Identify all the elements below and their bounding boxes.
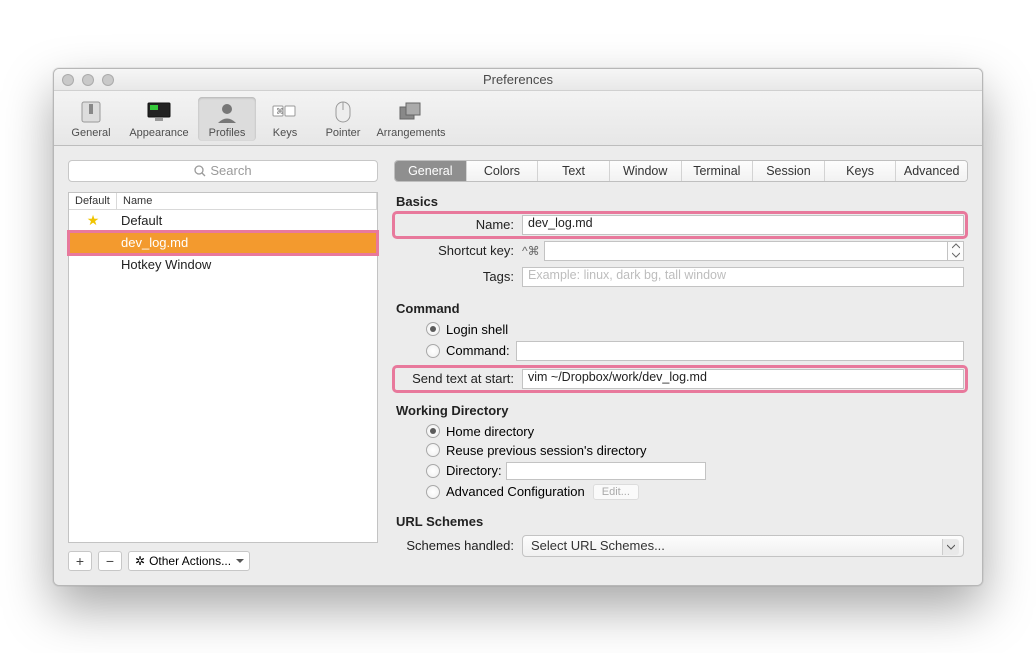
profile-tabs: General Colors Text Window Terminal Sess… <box>394 160 968 182</box>
tab-general[interactable]: General <box>395 161 467 181</box>
home-dir-label: Home directory <box>446 424 534 439</box>
login-shell-label: Login shell <box>446 322 508 337</box>
command-input[interactable] <box>516 341 964 361</box>
keys-icon: ⌘ <box>270 99 300 125</box>
workdir-heading: Working Directory <box>396 403 964 418</box>
schemes-select[interactable]: Select URL Schemes... <box>522 535 964 557</box>
command-heading: Command <box>396 301 964 316</box>
reuse-dir-label: Reuse previous session's directory <box>446 443 646 458</box>
mouse-icon <box>328 99 358 125</box>
tool-general[interactable]: General <box>62 97 120 141</box>
directory-input[interactable] <box>506 462 706 480</box>
list-item[interactable]: Hotkey Window <box>69 254 377 276</box>
tool-keys[interactable]: ⌘ Keys <box>256 97 314 141</box>
tool-pointer[interactable]: Pointer <box>314 97 372 141</box>
search-icon <box>194 165 206 177</box>
window-title: Preferences <box>54 72 982 87</box>
shortcut-modifiers: ^⌘ <box>522 244 540 258</box>
shortcut-input[interactable] <box>544 241 948 261</box>
name-row: Name: dev_log.md <box>396 215 964 235</box>
edit-button[interactable]: Edit... <box>593 484 639 500</box>
close-icon[interactable] <box>62 74 74 86</box>
command-label: Command: <box>446 343 510 358</box>
other-actions-menu[interactable]: ✲ Other Actions... <box>128 551 250 571</box>
remove-profile-button[interactable]: − <box>98 551 122 571</box>
send-text-label: Send text at start: <box>396 371 522 386</box>
star-icon: ★ <box>87 212 100 229</box>
column-default[interactable]: Default <box>69 193 117 209</box>
tool-appearance[interactable]: Appearance <box>120 97 198 141</box>
zoom-icon[interactable] <box>102 74 114 86</box>
tab-text[interactable]: Text <box>538 161 610 181</box>
tab-colors[interactable]: Colors <box>467 161 539 181</box>
login-shell-radio[interactable] <box>426 322 440 336</box>
preferences-window: Preferences General Appearance Profiles … <box>53 68 983 586</box>
tool-profiles[interactable]: Profiles <box>198 97 256 141</box>
profile-list: Default Name ★ Default dev_log.md <box>68 192 378 543</box>
name-label: Name: <box>396 217 522 232</box>
tab-terminal[interactable]: Terminal <box>682 161 754 181</box>
send-text-input[interactable]: vim ~/Dropbox/work/dev_log.md <box>522 369 964 389</box>
add-profile-button[interactable]: + <box>68 551 92 571</box>
chevron-down-icon <box>947 544 955 550</box>
profile-icon <box>212 99 242 125</box>
titlebar: Preferences <box>54 69 982 91</box>
basics-heading: Basics <box>396 194 964 209</box>
gear-icon: ✲ <box>135 554 145 568</box>
toolbar: General Appearance Profiles ⌘ Keys Point… <box>54 91 982 146</box>
chevron-up-icon <box>948 242 963 251</box>
list-item[interactable]: dev_log.md <box>69 232 377 254</box>
tab-keys[interactable]: Keys <box>825 161 897 181</box>
tab-window[interactable]: Window <box>610 161 682 181</box>
shortcut-label: Shortcut key: <box>396 243 522 258</box>
send-text-row: Send text at start: vim ~/Dropbox/work/d… <box>396 369 964 389</box>
chevron-down-icon <box>948 251 963 260</box>
tab-session[interactable]: Session <box>753 161 825 181</box>
tags-input[interactable]: Example: linux, dark bg, tall window <box>522 267 964 287</box>
reuse-dir-radio[interactable] <box>426 443 440 457</box>
directory-radio[interactable] <box>426 464 440 478</box>
advanced-dir-radio[interactable] <box>426 485 440 499</box>
list-item[interactable]: ★ Default <box>69 210 377 232</box>
advanced-dir-label: Advanced Configuration <box>446 484 585 499</box>
monitor-icon <box>144 99 174 125</box>
column-name[interactable]: Name <box>117 193 377 209</box>
tab-advanced[interactable]: Advanced <box>896 161 967 181</box>
shortcut-stepper[interactable] <box>948 241 964 261</box>
name-input[interactable]: dev_log.md <box>522 215 964 235</box>
minimize-icon[interactable] <box>82 74 94 86</box>
home-dir-radio[interactable] <box>426 424 440 438</box>
directory-label: Directory: <box>446 463 502 478</box>
command-radio[interactable] <box>426 344 440 358</box>
tags-label: Tags: <box>396 269 522 284</box>
schemes-label: Schemes handled: <box>396 538 522 553</box>
switch-icon <box>76 99 106 125</box>
url-schemes-heading: URL Schemes <box>396 514 964 529</box>
search-input[interactable]: Search <box>68 160 378 182</box>
svg-text:⌘: ⌘ <box>276 107 284 116</box>
tool-arrangements[interactable]: Arrangements <box>372 97 450 141</box>
windows-icon <box>396 99 426 125</box>
